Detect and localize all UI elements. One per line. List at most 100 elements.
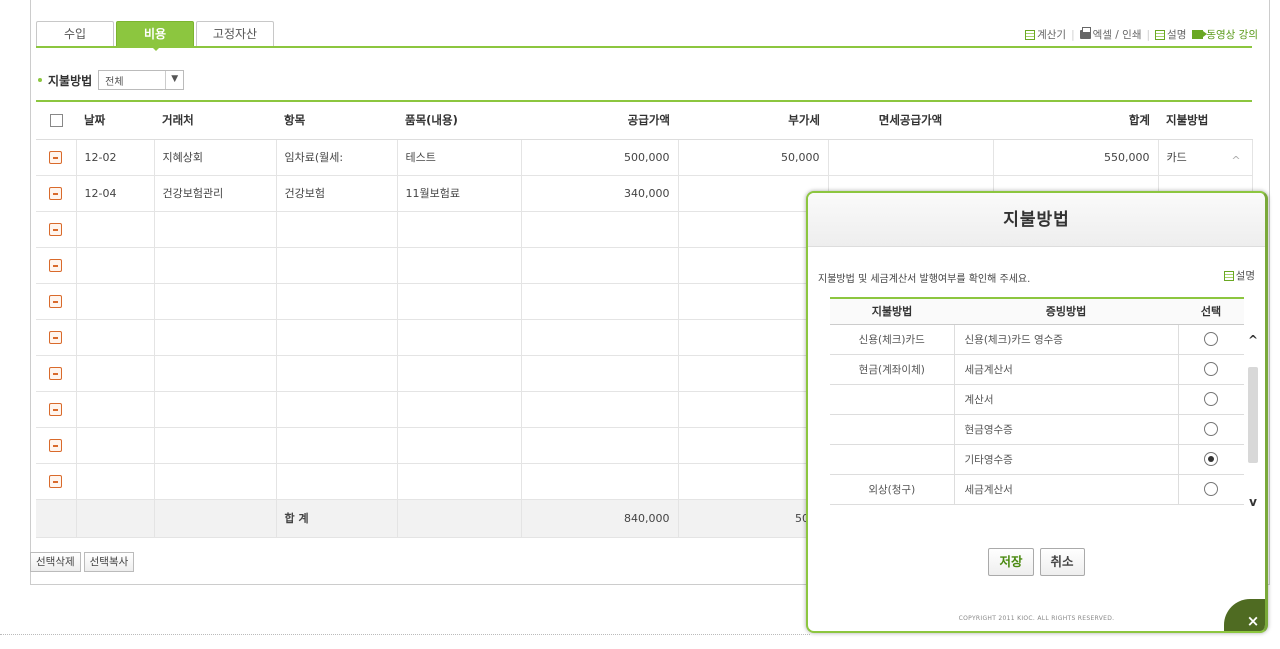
cell-item[interactable] (276, 319, 398, 356)
remove-row-icon[interactable] (49, 438, 63, 452)
cell-date[interactable] (76, 427, 155, 464)
cell-supply[interactable] (521, 319, 679, 356)
cell-description[interactable]: 테스트 (397, 139, 522, 176)
cell-supply[interactable]: 500,000 (521, 139, 679, 176)
close-icon[interactable]: × (1243, 611, 1263, 631)
payment-option-row[interactable]: 현금(계좌이체) 세금계산서 (830, 354, 1244, 385)
cell-description[interactable] (397, 319, 522, 356)
payment-option-row[interactable]: 외상(청구) 세금계산서 (830, 474, 1244, 505)
remove-row-icon[interactable] (49, 366, 63, 380)
delete-selected-button[interactable]: 선택삭제 (30, 552, 81, 572)
col-supply-amount: 공급가액 (521, 100, 678, 140)
cell-supply[interactable] (521, 391, 679, 428)
option-radio[interactable] (1204, 482, 1219, 496)
cell-description[interactable] (397, 463, 522, 500)
cell-supply[interactable] (521, 463, 679, 500)
cell-item[interactable]: 임차료(월세: (276, 139, 398, 176)
cell-total[interactable]: 550,000 (993, 139, 1159, 176)
remove-row-icon[interactable] (49, 402, 63, 416)
option-radio[interactable] (1204, 392, 1219, 406)
cell-date[interactable] (76, 283, 155, 320)
cell-vendor[interactable] (154, 283, 277, 320)
cell-vendor[interactable] (154, 319, 277, 356)
cell-supply[interactable] (521, 355, 679, 392)
cell-item[interactable] (276, 283, 398, 320)
cell-item[interactable] (276, 247, 398, 284)
cell-supply[interactable] (521, 211, 679, 248)
payment-option-row[interactable]: 현금영수증 (830, 414, 1244, 445)
dialog-help-link[interactable]: 설명 (1223, 268, 1255, 283)
calculator-link[interactable]: 계산기 (1025, 27, 1066, 42)
scroll-up-icon[interactable]: ^ (1246, 333, 1260, 347)
cell-description[interactable]: 11월보험료 (397, 175, 522, 212)
cell-vendor[interactable] (154, 463, 277, 500)
cell-vendor[interactable]: 지혜상회 (154, 139, 277, 176)
cell-vendor[interactable] (154, 355, 277, 392)
table-row[interactable]: 12-02 지혜상회 임차료(월세: 테스트 500,000 50,000 550,000 카… (36, 139, 1253, 176)
payment-method-cell (830, 384, 955, 415)
cell-description[interactable] (397, 283, 522, 320)
remove-row-icon[interactable] (49, 222, 63, 236)
cell-date[interactable]: 12-04 (76, 175, 155, 212)
remove-row-icon[interactable] (49, 294, 63, 308)
payment-option-row[interactable]: 신용(체크)카드 신용(체크)카드 영수증 (830, 324, 1244, 355)
cell-date[interactable] (76, 463, 155, 500)
option-radio[interactable] (1204, 422, 1219, 436)
cell-description[interactable] (397, 391, 522, 428)
scroll-down-icon[interactable]: v (1246, 495, 1260, 509)
cell-vendor[interactable] (154, 247, 277, 284)
tab-fixed-assets[interactable]: 고정자산 (196, 21, 274, 46)
payment-option-row[interactable]: 계산서 (830, 384, 1244, 415)
table-scroll-up-icon[interactable]: ^ (1229, 154, 1243, 168)
cell-supply[interactable]: 340,000 (521, 175, 679, 212)
cell-date[interactable] (76, 211, 155, 248)
cell-description[interactable] (397, 247, 522, 284)
remove-row-icon[interactable] (49, 186, 63, 200)
cell-description[interactable] (397, 355, 522, 392)
cell-item[interactable] (276, 355, 398, 392)
dialog-scrollbar[interactable]: ^ v (1246, 333, 1260, 513)
tab-income[interactable]: 수입 (36, 21, 114, 46)
option-radio[interactable] (1204, 332, 1219, 346)
option-radio[interactable] (1204, 452, 1219, 466)
cell-item[interactable] (276, 463, 398, 500)
cell-description[interactable] (397, 211, 522, 248)
printer-icon (1079, 27, 1091, 39)
save-button[interactable]: 저장 (988, 548, 1034, 576)
cell-item[interactable]: 건강보험 (276, 175, 398, 212)
remove-row-icon[interactable] (49, 150, 63, 164)
cell-supply[interactable] (521, 427, 679, 464)
cell-vat[interactable]: 50,000 (678, 139, 829, 176)
cell-item[interactable] (276, 427, 398, 464)
cell-date[interactable] (76, 355, 155, 392)
option-radio[interactable] (1204, 362, 1219, 376)
cell-date[interactable] (76, 391, 155, 428)
cell-vendor[interactable] (154, 391, 277, 428)
remove-row-icon[interactable] (49, 474, 63, 488)
select-all-checkbox[interactable] (49, 114, 63, 128)
proof-method-cell: 세금계산서 (954, 474, 1179, 505)
cell-date[interactable] (76, 319, 155, 356)
cell-supply[interactable] (521, 247, 679, 284)
help-link[interactable]: 설명 (1155, 27, 1186, 42)
tab-expense[interactable]: 비용 (116, 21, 194, 51)
cell-item[interactable] (276, 211, 398, 248)
cell-date[interactable] (76, 247, 155, 284)
cell-supply[interactable] (521, 283, 679, 320)
cell-tax-free[interactable] (828, 139, 994, 176)
payment-method-select[interactable]: 전체 ▼ (98, 70, 185, 90)
copy-selected-button[interactable]: 선택복사 (83, 552, 135, 572)
remove-row-icon[interactable] (49, 330, 63, 344)
cell-description[interactable] (397, 427, 522, 464)
cell-vendor[interactable] (154, 427, 277, 464)
cell-item[interactable] (276, 391, 398, 428)
cancel-button[interactable]: 취소 (1039, 548, 1085, 576)
remove-row-icon[interactable] (49, 258, 63, 272)
payment-option-row[interactable]: 기타영수증 (830, 444, 1244, 475)
video-lecture-link[interactable]: 동영상 강의 (1192, 27, 1258, 42)
cell-vendor[interactable]: 건강보험관리 (154, 175, 277, 212)
cell-vendor[interactable] (154, 211, 277, 248)
scroll-thumb[interactable] (1248, 367, 1258, 463)
excel-print-link[interactable]: 엑셀 / 인쇄 (1079, 27, 1141, 42)
cell-date[interactable]: 12-02 (76, 139, 155, 176)
